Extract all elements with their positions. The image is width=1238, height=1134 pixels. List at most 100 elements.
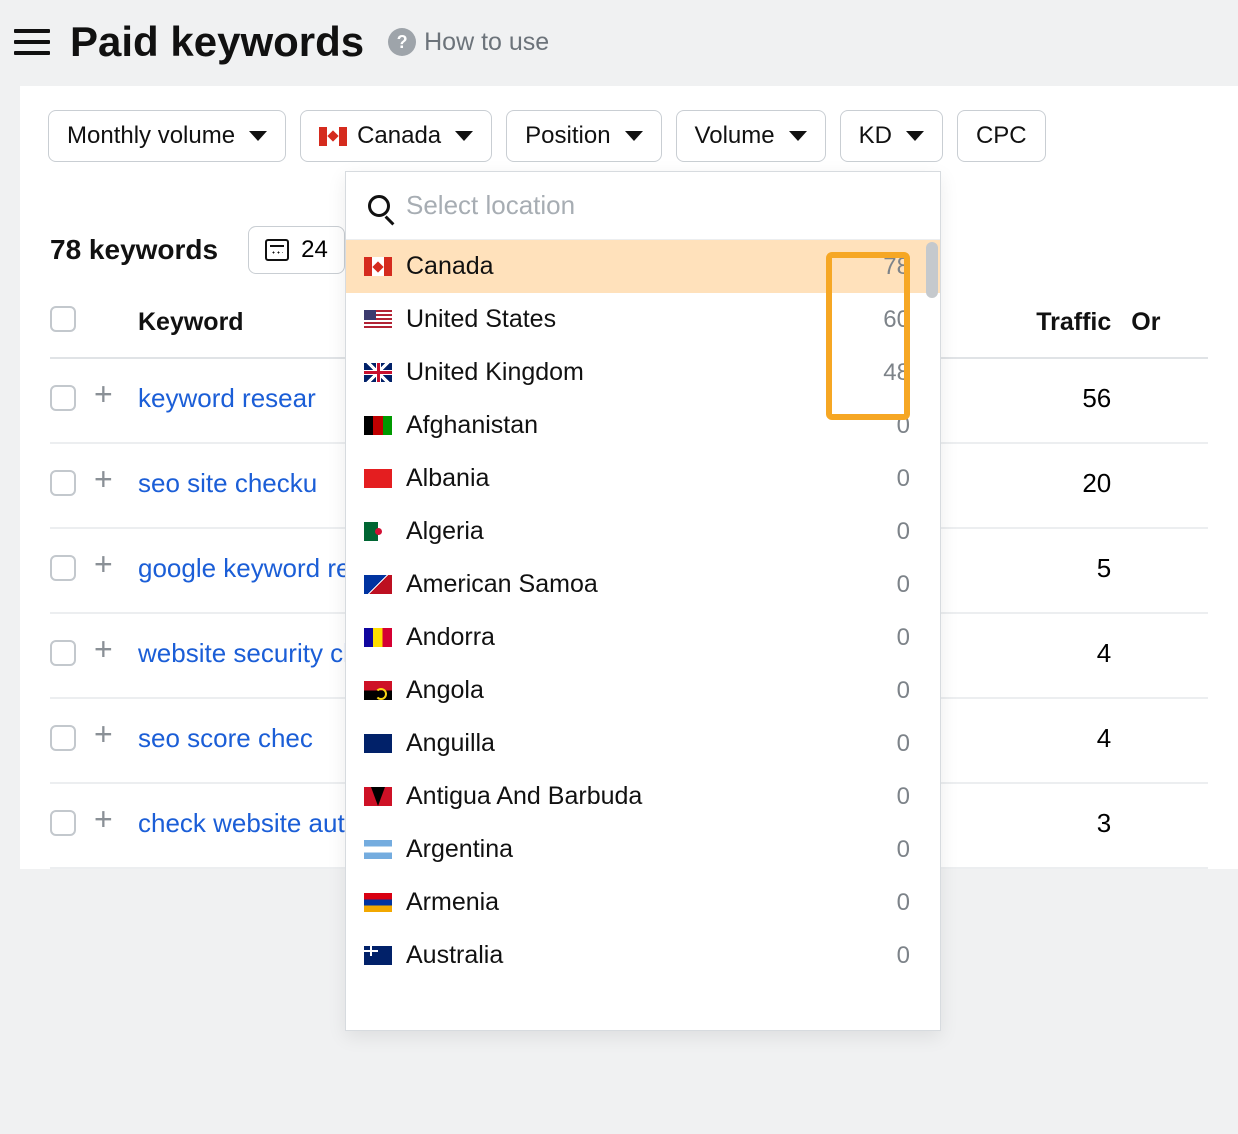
calendar-icon <box>265 239 289 261</box>
location-count: 0 <box>870 412 910 440</box>
expand-icon[interactable]: + <box>94 783 138 868</box>
caret-down-icon <box>789 131 807 141</box>
location-count: 0 <box>870 677 910 705</box>
row-checkbox[interactable] <box>50 640 76 666</box>
location-option[interactable]: Albania 0 <box>346 452 940 505</box>
menu-icon[interactable] <box>14 24 50 60</box>
flag-icon <box>364 469 392 488</box>
location-name: Australia <box>406 941 856 970</box>
keyword-link[interactable]: seo score chec <box>138 723 313 753</box>
caret-down-icon <box>249 131 267 141</box>
location-name: Armenia <box>406 888 856 917</box>
location-option[interactable]: Afghanistan 0 <box>346 399 940 452</box>
location-search-input[interactable] <box>406 190 918 221</box>
col-or[interactable]: Or <box>1131 288 1208 358</box>
keyword-link[interactable]: keyword resear <box>138 383 316 413</box>
expand-icon[interactable]: + <box>94 443 138 528</box>
location-name: United Kingdom <box>406 358 856 387</box>
location-count: 78 <box>870 253 910 281</box>
location-option[interactable]: Andorra 0 <box>346 611 940 664</box>
keyword-link[interactable]: seo site checku <box>138 468 317 498</box>
traffic-value: 5 <box>935 528 1131 613</box>
location-count: 0 <box>870 624 910 652</box>
flag-icon <box>364 257 392 276</box>
location-option[interactable]: United States 60 <box>346 293 940 346</box>
location-count: 0 <box>870 836 910 864</box>
flag-icon <box>364 363 392 382</box>
traffic-value: 56 <box>935 358 1131 443</box>
location-count: 0 <box>870 889 910 917</box>
location-count: 0 <box>870 730 910 758</box>
location-name: Algeria <box>406 517 856 546</box>
location-name: Antigua And Barbuda <box>406 782 856 811</box>
flag-icon <box>364 628 392 647</box>
location-count: 0 <box>870 465 910 493</box>
row-checkbox[interactable] <box>50 470 76 496</box>
page-title: Paid keywords <box>70 18 364 66</box>
how-to-use-link[interactable]: ? How to use <box>388 28 549 57</box>
location-option[interactable]: Algeria 0 <box>346 505 940 558</box>
row-checkbox[interactable] <box>50 725 76 751</box>
location-count: 48 <box>870 359 910 387</box>
caret-down-icon <box>455 131 473 141</box>
expand-icon[interactable]: + <box>94 358 138 443</box>
filter-kd[interactable]: KD <box>840 110 943 162</box>
select-all-checkbox[interactable] <box>50 306 76 332</box>
location-name: Angola <box>406 676 856 705</box>
caret-down-icon <box>625 131 643 141</box>
location-option[interactable]: Australia 0 <box>346 929 940 982</box>
location-option[interactable]: United Kingdom 48 <box>346 346 940 399</box>
search-icon <box>368 195 390 217</box>
flag-icon <box>364 734 392 753</box>
location-option[interactable]: Anguilla 0 <box>346 717 940 770</box>
keyword-count: 78 keywords <box>50 234 218 266</box>
filter-monthly-volume[interactable]: Monthly volume <box>48 110 286 162</box>
flag-icon <box>364 575 392 594</box>
flag-icon <box>364 681 392 700</box>
location-option[interactable]: American Samoa 0 <box>346 558 940 611</box>
flag-icon <box>364 416 392 435</box>
expand-icon[interactable]: + <box>94 698 138 783</box>
col-traffic[interactable]: Traffic <box>935 288 1131 358</box>
expand-icon[interactable]: + <box>94 528 138 613</box>
row-checkbox[interactable] <box>50 555 76 581</box>
location-option[interactable]: Argentina 0 <box>346 823 940 876</box>
filter-bar: Monthly volume Canada Position Volume KD… <box>20 86 1238 184</box>
location-option[interactable]: Angola 0 <box>346 664 940 717</box>
flag-icon <box>364 840 392 859</box>
help-icon: ? <box>388 28 416 56</box>
location-count: 60 <box>870 306 910 334</box>
flag-icon <box>364 787 392 806</box>
location-name: Argentina <box>406 835 856 864</box>
flag-icon <box>364 893 392 912</box>
location-name: Anguilla <box>406 729 856 758</box>
country-dropdown: Canada 78 United States 60 United Kingdom 48 A… <box>345 171 941 1031</box>
row-checkbox[interactable] <box>50 385 76 411</box>
expand-icon[interactable]: + <box>94 613 138 698</box>
location-count: 0 <box>870 571 910 599</box>
location-name: Canada <box>406 252 856 281</box>
traffic-value: 3 <box>935 783 1131 868</box>
location-option[interactable]: Armenia 0 <box>346 876 940 929</box>
location-name: Albania <box>406 464 856 493</box>
how-to-use-label: How to use <box>424 28 549 57</box>
flag-icon <box>319 127 347 146</box>
filter-position[interactable]: Position <box>506 110 661 162</box>
location-count: 0 <box>870 783 910 811</box>
location-count: 0 <box>870 942 910 970</box>
location-name: United States <box>406 305 856 334</box>
date-picker[interactable]: 24 <box>248 226 345 274</box>
row-checkbox[interactable] <box>50 810 76 836</box>
location-name: Andorra <box>406 623 856 652</box>
traffic-value: 4 <box>935 698 1131 783</box>
location-name: Afghanistan <box>406 411 856 440</box>
location-count: 0 <box>870 518 910 546</box>
scrollbar[interactable] <box>926 242 938 298</box>
filter-volume[interactable]: Volume <box>676 110 826 162</box>
traffic-value: 20 <box>935 443 1131 528</box>
filter-cpc[interactable]: CPC <box>957 110 1046 162</box>
location-option[interactable]: Antigua And Barbuda 0 <box>346 770 940 823</box>
location-name: American Samoa <box>406 570 856 599</box>
location-option[interactable]: Canada 78 <box>346 240 940 293</box>
filter-country[interactable]: Canada <box>300 110 492 162</box>
